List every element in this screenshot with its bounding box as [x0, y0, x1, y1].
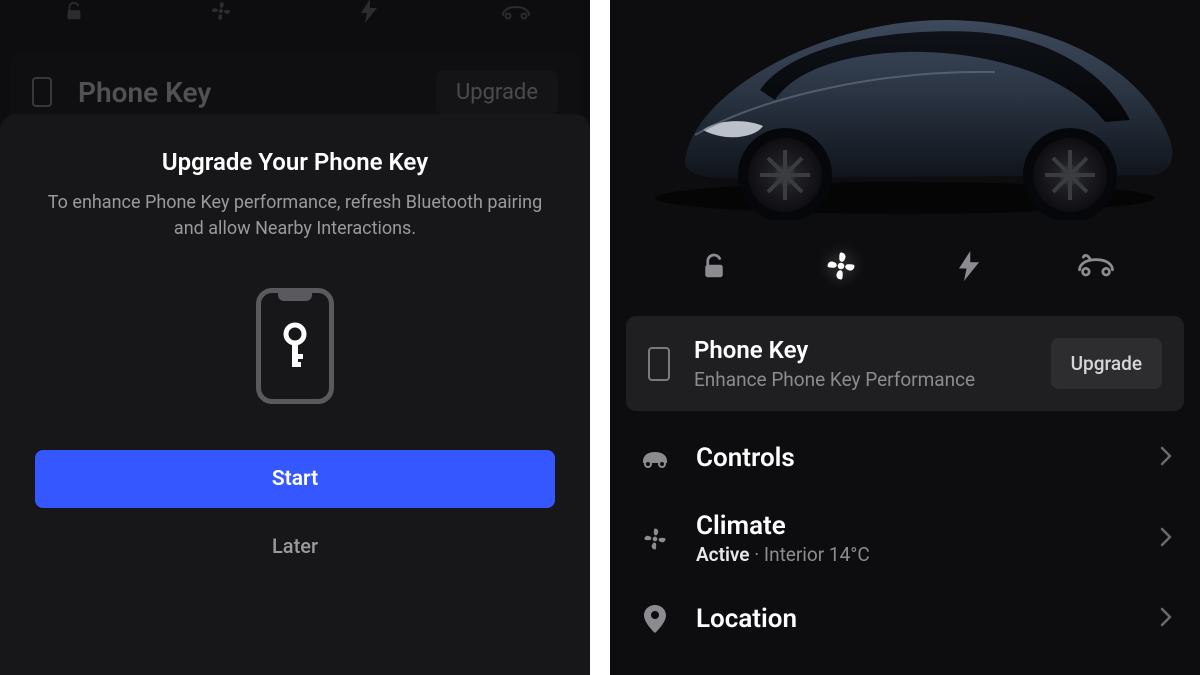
phone-screen-vehicle-home: Phone Key Enhance Phone Key Performance …: [610, 0, 1200, 675]
unlock-button[interactable]: [694, 246, 734, 286]
chevron-right-icon: [1160, 527, 1172, 551]
car-icon: [638, 441, 672, 475]
bolt-icon: [354, 0, 384, 22]
pin-icon: [638, 602, 672, 636]
menu-item-climate[interactable]: Climate Active · Interior 14°C: [610, 493, 1200, 584]
sheet-description: To enhance Phone Key performance, refres…: [36, 190, 554, 242]
phone-key-illustration: [256, 288, 334, 404]
fan-icon: [638, 522, 672, 556]
upgrade-button-dimmed: Upgrade: [436, 70, 558, 115]
start-button[interactable]: Start: [35, 450, 555, 508]
chevron-right-icon: [1160, 607, 1172, 631]
menu-item-location[interactable]: Location: [610, 584, 1200, 636]
phone-screen-upgrade-sheet: Phone Key Upgrade Upgrade Your Phone Key…: [0, 0, 590, 675]
phone-key-card[interactable]: Phone Key Enhance Phone Key Performance …: [626, 316, 1184, 411]
menu-subtitle: Active · Interior 14°C: [696, 543, 1160, 566]
menu-title: Location: [696, 604, 1160, 634]
climate-fan-button[interactable]: [821, 246, 861, 286]
fan-icon: [206, 0, 236, 22]
phone-key-label: Phone Key: [78, 76, 436, 109]
chevron-right-icon: [1160, 446, 1172, 470]
card-subtitle: Enhance Phone Key Performance: [694, 368, 1051, 391]
menu-title: Climate: [696, 511, 1160, 541]
upgrade-bottom-sheet: Upgrade Your Phone Key To enhance Phone …: [0, 114, 590, 675]
upgrade-button[interactable]: Upgrade: [1051, 338, 1162, 389]
unlock-icon: [59, 0, 89, 22]
quick-actions-row-dimmed: [0, 0, 590, 30]
phone-icon: [648, 347, 670, 381]
menu-item-controls[interactable]: Controls: [610, 423, 1200, 493]
frunk-button[interactable]: [1076, 246, 1116, 286]
later-button[interactable]: Later: [272, 534, 318, 558]
quick-actions-row: [610, 246, 1200, 286]
phone-icon: [32, 77, 52, 107]
charging-bolt-button[interactable]: [949, 246, 989, 286]
key-icon: [281, 322, 309, 370]
menu-title: Controls: [696, 443, 1160, 473]
menu-list: Controls Climate Active · Interior 14°C: [610, 423, 1200, 636]
frunk-icon: [501, 0, 531, 22]
vehicle-image: [610, 0, 1200, 220]
sheet-title: Upgrade Your Phone Key: [162, 148, 428, 176]
card-title: Phone Key: [694, 336, 1051, 364]
